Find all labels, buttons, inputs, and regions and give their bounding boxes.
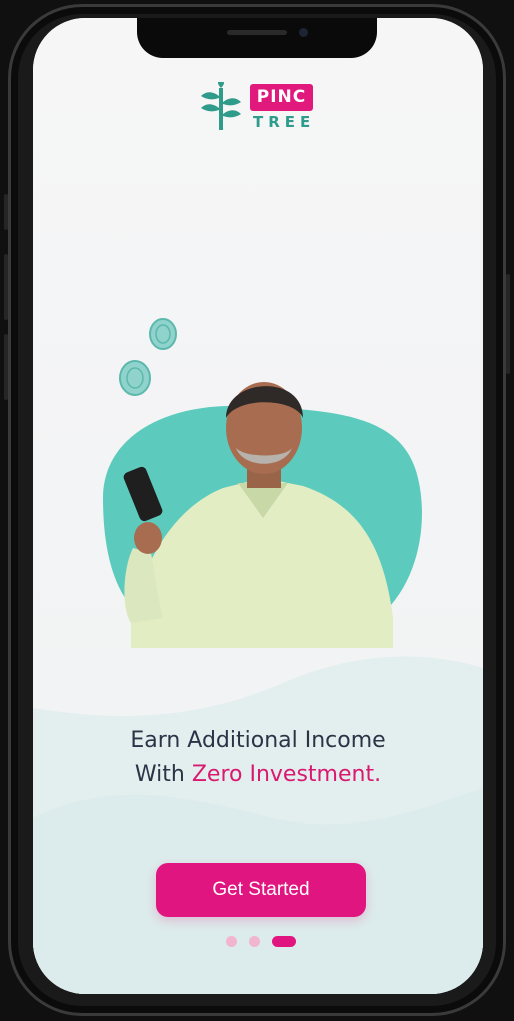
side-button <box>506 274 510 374</box>
side-button <box>4 254 8 320</box>
coin-icon <box>149 318 177 350</box>
page-dot-active[interactable] <box>272 936 296 947</box>
tree-leaf-icon <box>201 82 241 130</box>
page-indicator <box>226 936 306 948</box>
logo-badge: PINC <box>250 84 313 111</box>
logo-subtext: TREE <box>253 113 316 131</box>
coin-icon <box>119 360 151 396</box>
side-button <box>4 194 8 230</box>
speaker-grille <box>227 30 287 35</box>
headline-line-1: Earn Additional Income <box>130 728 386 753</box>
hero-illustration <box>103 318 422 648</box>
side-button <box>4 334 8 400</box>
page-dot[interactable] <box>226 936 237 947</box>
onboarding-headline: Earn Additional Income With Zero Investm… <box>33 724 483 792</box>
pinc-tree-logo: PINC TREE <box>197 82 327 138</box>
phone-notch <box>137 18 377 58</box>
page-dot[interactable] <box>249 936 260 947</box>
headline-accent: Zero Investment. <box>191 762 382 787</box>
app-screen: PINC TREE Earn Additional Income With Ze… <box>33 18 483 994</box>
headline-line-2: With Zero Investment. <box>33 758 483 792</box>
get-started-button[interactable]: Get Started <box>156 863 366 917</box>
front-camera <box>299 28 308 37</box>
headline-line-2-prefix: With <box>134 762 192 787</box>
